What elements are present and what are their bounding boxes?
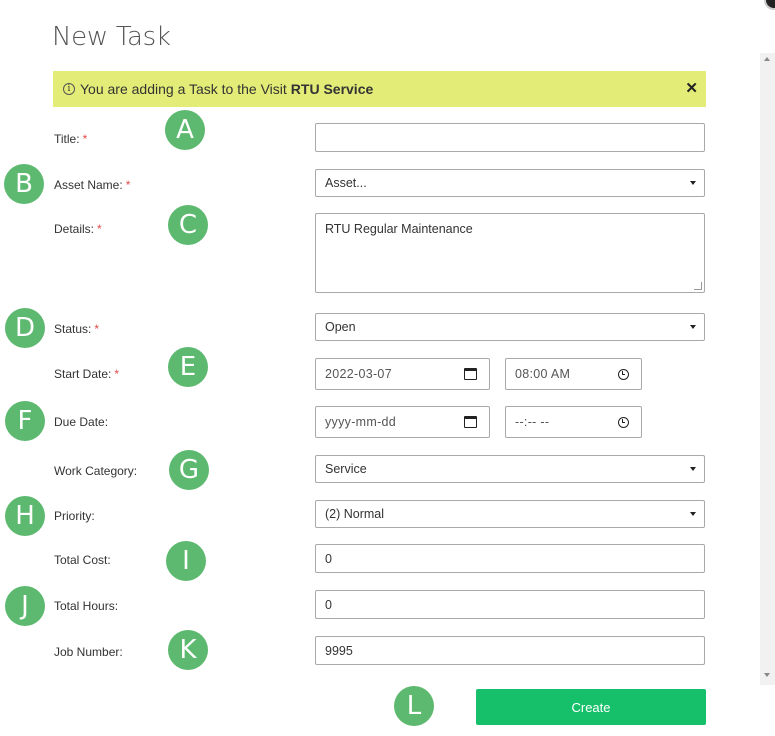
details-text: RTU Regular Maintenance: [325, 222, 473, 236]
annotation-marker-b: B: [4, 164, 44, 204]
due-time-input[interactable]: --:-- --: [505, 406, 642, 438]
resize-handle-icon[interactable]: [694, 282, 702, 290]
priority-label: Priority:: [54, 509, 95, 523]
required-marker: *: [114, 367, 120, 381]
start-date-value: 2022-03-07: [325, 367, 392, 381]
annotation-marker-h: H: [5, 496, 45, 536]
work-category-select[interactable]: Service: [315, 455, 705, 483]
annotation-marker-d: D: [5, 308, 45, 348]
info-icon: i: [63, 83, 75, 95]
total-hours-label: Total Hours:: [54, 599, 119, 613]
asset-name-select[interactable]: Asset...: [315, 169, 705, 197]
total-cost-input[interactable]: 0: [315, 544, 705, 573]
clock-icon[interactable]: [618, 417, 629, 428]
due-date-input[interactable]: yyyy-mm-dd: [315, 406, 490, 438]
due-date-label: Due Date:: [54, 415, 109, 429]
annotation-marker-f: F: [5, 401, 45, 441]
details-label: Details: *: [54, 222, 102, 236]
annotation-marker-j: J: [5, 586, 45, 626]
calendar-icon[interactable]: [464, 416, 477, 428]
banner-text: You are adding a Task to the Visit: [80, 81, 287, 97]
banner-visit-name: RTU Service: [290, 81, 374, 97]
total-hours-input[interactable]: 0: [315, 590, 705, 619]
visit-info-banner: i You are adding a Task to the Visit RTU…: [53, 71, 706, 107]
annotation-marker-l: L: [394, 686, 434, 726]
priority-select[interactable]: (2) Normal: [315, 500, 705, 528]
title-label: Title: *: [54, 132, 88, 146]
annotation-marker-g: G: [169, 450, 209, 490]
clock-icon[interactable]: [618, 369, 629, 380]
annotation-marker-e: E: [168, 347, 208, 387]
required-marker: *: [125, 178, 131, 192]
banner-close-icon[interactable]: ✕: [685, 79, 698, 97]
scrollbar[interactable]: [760, 53, 775, 685]
annotation-marker-k: K: [168, 630, 208, 670]
total-cost-label: Total Cost:: [54, 553, 111, 567]
start-date-input[interactable]: 2022-03-07: [315, 358, 490, 390]
scroll-up-icon[interactable]: [764, 57, 770, 61]
annotation-marker-c: C: [168, 205, 208, 245]
start-time-input[interactable]: 08:00 AM: [505, 358, 642, 390]
due-time-placeholder: --:-- --: [515, 415, 550, 429]
status-select[interactable]: Open: [315, 313, 705, 341]
required-marker: *: [97, 222, 102, 236]
job-number-input[interactable]: 9995: [315, 636, 705, 665]
details-textarea[interactable]: RTU Regular Maintenance: [315, 213, 705, 293]
calendar-icon[interactable]: [464, 368, 477, 380]
start-time-value: 08:00 AM: [515, 367, 571, 381]
required-marker: *: [82, 132, 88, 146]
required-marker: *: [94, 322, 100, 336]
title-input[interactable]: [315, 123, 705, 152]
annotation-marker-i: I: [166, 541, 206, 581]
asset-name-label: Asset Name: *: [54, 178, 131, 192]
scroll-down-icon[interactable]: [764, 673, 770, 677]
create-button[interactable]: Create: [476, 689, 706, 725]
annotation-marker-a: A: [165, 110, 205, 150]
close-dialog-icon[interactable]: [764, 0, 775, 10]
status-label: Status: *: [54, 322, 100, 336]
start-date-label: Start Date: *: [54, 367, 120, 381]
job-number-label: Job Number:: [54, 645, 123, 659]
page-title: New Task: [52, 22, 171, 52]
due-date-placeholder: yyyy-mm-dd: [325, 415, 397, 429]
work-category-label: Work Category:: [54, 464, 138, 478]
